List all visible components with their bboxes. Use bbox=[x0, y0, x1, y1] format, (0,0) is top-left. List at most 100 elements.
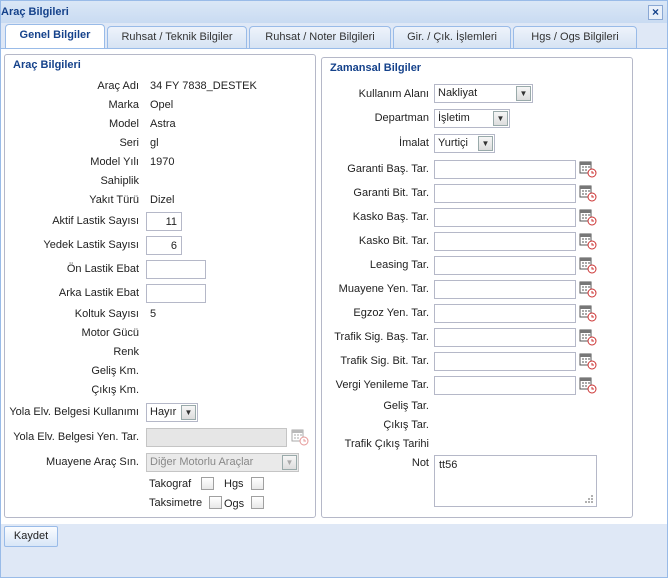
date-field-input[interactable] bbox=[434, 256, 576, 275]
on-lastik-label: Ön Lastik Ebat bbox=[66, 263, 139, 275]
kullanim-value: Nakliyat bbox=[438, 87, 478, 99]
date-field-input[interactable] bbox=[434, 208, 576, 227]
footer-bar bbox=[1, 524, 667, 577]
taksimetre-checkbox[interactable] bbox=[209, 496, 222, 509]
window: Araç Bilgileri × Genel Bilgiler Ruhsat /… bbox=[0, 0, 668, 578]
aktif-lastik-label: Aktif Lastik Sayısı bbox=[52, 215, 139, 227]
yedek-lastik-input[interactable] bbox=[146, 236, 182, 255]
date-field-label: Kasko Baş. Tar. bbox=[352, 211, 429, 223]
yakit-turu-value: Dizel bbox=[150, 194, 175, 206]
model-yili-label: Model Yılı bbox=[90, 156, 139, 168]
tab-hgs-ogs[interactable]: Hgs / Ogs Bilgileri bbox=[513, 26, 637, 48]
trafik-cikis-label: Trafik Çıkış Tarihi bbox=[344, 438, 429, 450]
date-field-label: Vergi Yenileme Tar. bbox=[335, 379, 429, 391]
imalat-label: İmalat bbox=[399, 137, 429, 149]
ogs-checkbox[interactable] bbox=[251, 496, 264, 509]
date-field-input[interactable] bbox=[434, 328, 576, 347]
cikis-km-label: Çıkış Km. bbox=[91, 384, 139, 396]
arac-adi-value: 34 FY 7838_DESTEK bbox=[150, 80, 257, 92]
calendar-icon[interactable] bbox=[579, 160, 597, 178]
cikis-tar-label: Çıkış Tar. bbox=[383, 419, 429, 431]
kullanim-select[interactable]: Nakliyat ▼ bbox=[434, 84, 533, 103]
chevron-down-icon[interactable]: ▼ bbox=[516, 86, 531, 101]
on-lastik-input[interactable] bbox=[146, 260, 206, 279]
yakit-turu-label: Yakıt Türü bbox=[89, 194, 139, 206]
not-textarea[interactable]: tt56 bbox=[434, 455, 597, 507]
calendar-icon[interactable] bbox=[579, 304, 597, 322]
date-field-label: Trafik Sig. Bit. Tar. bbox=[340, 355, 429, 367]
calendar-icon[interactable] bbox=[579, 328, 597, 346]
resize-grip-icon[interactable] bbox=[584, 494, 594, 504]
seri-label: Seri bbox=[119, 137, 139, 149]
yola-elv-label: Yola Elv. Belgesi Kullanımı bbox=[9, 406, 139, 418]
tab-giris-cikis[interactable]: Gir. / Çık. İşlemleri bbox=[393, 26, 511, 48]
gelis-km-label: Geliş Km. bbox=[91, 365, 139, 377]
date-field-input[interactable] bbox=[434, 352, 576, 371]
yola-elv-tar-input[interactable] bbox=[146, 428, 287, 447]
save-button[interactable]: Kaydet bbox=[4, 526, 58, 547]
departman-value: İşletim bbox=[438, 112, 470, 124]
imalat-select[interactable]: Yurtiçi ▼ bbox=[434, 134, 495, 153]
ogs-label: Ogs bbox=[224, 498, 245, 510]
hgs-checkbox[interactable] bbox=[251, 477, 264, 490]
calendar-icon[interactable] bbox=[291, 428, 309, 446]
imalat-value: Yurtiçi bbox=[438, 137, 468, 149]
muayene-sin-label: Muayene Araç Sın. bbox=[46, 456, 139, 468]
tab-ruhsat-teknik[interactable]: Ruhsat / Teknik Bilgiler bbox=[107, 26, 247, 48]
tab-bar: Genel Bilgiler Ruhsat / Teknik Bilgiler … bbox=[1, 23, 667, 49]
arac-bilgileri-legend: Araç Bilgileri bbox=[11, 59, 83, 71]
tab-genel-bilgiler[interactable]: Genel Bilgiler bbox=[5, 24, 105, 49]
yedek-lastik-label: Yedek Lastik Sayısı bbox=[43, 239, 139, 251]
calendar-icon[interactable] bbox=[579, 280, 597, 298]
renk-label: Renk bbox=[113, 346, 139, 358]
takograf-checkbox[interactable] bbox=[201, 477, 214, 490]
calendar-icon[interactable] bbox=[579, 184, 597, 202]
koltuk-value: 5 bbox=[150, 308, 157, 320]
kullanim-label: Kullanım Alanı bbox=[358, 88, 429, 100]
tab-ruhsat-noter[interactable]: Ruhsat / Noter Bilgileri bbox=[249, 26, 391, 48]
yola-elv-value: Hayır bbox=[150, 406, 177, 418]
seri-value: gl bbox=[150, 137, 159, 149]
calendar-icon[interactable] bbox=[579, 352, 597, 370]
calendar-icon[interactable] bbox=[579, 232, 597, 250]
date-field-input[interactable] bbox=[434, 232, 576, 251]
not-label: Not bbox=[411, 457, 429, 469]
title-bar: Araç Bilgileri × bbox=[1, 1, 667, 23]
arka-lastik-input[interactable] bbox=[146, 284, 206, 303]
motor-gucu-label: Motor Gücü bbox=[81, 327, 139, 339]
departman-label: Departman bbox=[374, 112, 429, 124]
yola-elv-tar-label: Yola Elv. Belgesi Yen. Tar. bbox=[13, 431, 139, 443]
departman-select[interactable]: İşletim ▼ bbox=[434, 109, 510, 128]
taksimetre-label: Taksimetre bbox=[149, 497, 203, 509]
marka-label: Marka bbox=[108, 99, 139, 111]
aktif-lastik-input[interactable] bbox=[146, 212, 182, 231]
hgs-label: Hgs bbox=[224, 478, 244, 490]
date-field-label: Muayene Yen. Tar. bbox=[338, 283, 429, 295]
date-field-input[interactable] bbox=[434, 304, 576, 323]
date-field-label: Leasing Tar. bbox=[369, 259, 429, 271]
date-field-label: Trafik Sig. Baş. Tar. bbox=[334, 331, 429, 343]
date-field-label: Kasko Bit. Tar. bbox=[358, 235, 429, 247]
date-field-input[interactable] bbox=[434, 280, 576, 299]
date-field-input[interactable] bbox=[434, 160, 576, 179]
date-field-label: Garanti Baş. Tar. bbox=[347, 163, 429, 175]
koltuk-label: Koltuk Sayısı bbox=[74, 308, 139, 320]
chevron-down-icon[interactable]: ▼ bbox=[181, 405, 196, 420]
chevron-down-icon[interactable]: ▼ bbox=[478, 136, 493, 151]
date-field-input[interactable] bbox=[434, 376, 576, 395]
chevron-down-icon[interactable]: ▼ bbox=[282, 455, 297, 470]
calendar-icon[interactable] bbox=[579, 376, 597, 394]
window-title: Araç Bilgileri bbox=[1, 6, 69, 18]
date-field-input[interactable] bbox=[434, 184, 576, 203]
zamansal-bilgiler-legend: Zamansal Bilgiler bbox=[328, 62, 424, 74]
calendar-icon[interactable] bbox=[579, 208, 597, 226]
chevron-down-icon[interactable]: ▼ bbox=[493, 111, 508, 126]
tab-content: Araç Bilgileri Araç Adı 34 FY 7838_DESTE… bbox=[1, 49, 667, 524]
model-yili-value: 1970 bbox=[150, 156, 175, 168]
close-icon[interactable]: × bbox=[648, 5, 663, 20]
yola-elv-select[interactable]: Hayır ▼ bbox=[146, 403, 198, 422]
marka-value: Opel bbox=[150, 99, 174, 111]
model-label: Model bbox=[109, 118, 139, 130]
muayene-sin-select[interactable]: Diğer Motorlu Araçlar ▼ bbox=[146, 453, 299, 472]
calendar-icon[interactable] bbox=[579, 256, 597, 274]
